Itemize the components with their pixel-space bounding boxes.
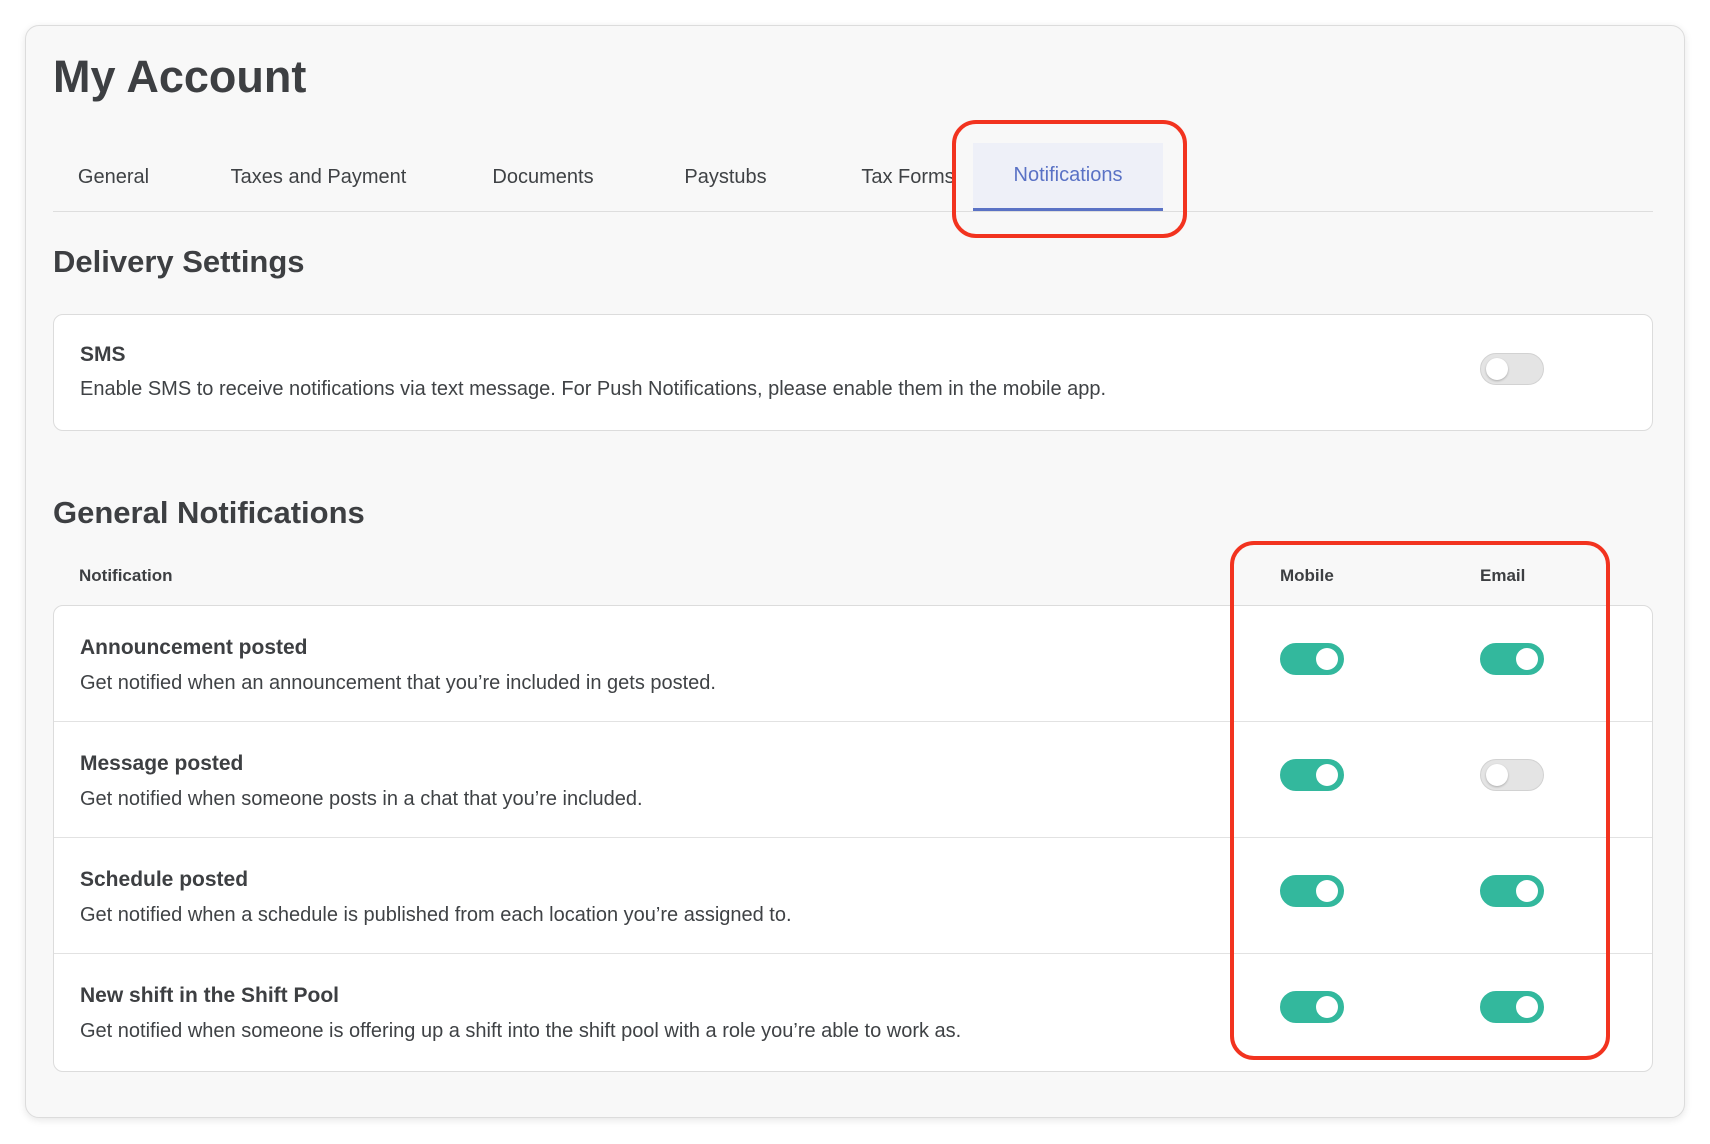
tab-label: Tax Forms bbox=[861, 165, 955, 188]
notification-description: Get notified when someone posts in a cha… bbox=[80, 788, 643, 810]
column-header-mobile: Mobile bbox=[1280, 566, 1334, 585]
toggle-knob bbox=[1316, 880, 1338, 902]
general-notifications-title: General Notifications bbox=[53, 495, 365, 530]
toggle-knob bbox=[1316, 764, 1338, 786]
schedule-posted-email-toggle[interactable] bbox=[1480, 875, 1544, 907]
column-header-email: Email bbox=[1480, 566, 1526, 585]
notification-row-schedule-posted: Schedule posted Get notified when a sche… bbox=[54, 838, 1652, 954]
tab-label: Taxes and Payment bbox=[230, 165, 407, 188]
toggle-knob bbox=[1516, 880, 1538, 902]
new-shift-email-toggle[interactable] bbox=[1480, 991, 1544, 1023]
notification-row-new-shift-in-shift-pool: New shift in the Shift Pool Get notified… bbox=[54, 954, 1652, 1070]
sms-title: SMS bbox=[80, 343, 126, 366]
general-notifications-panel: Announcement posted Get notified when an… bbox=[53, 605, 1653, 1072]
toggle-knob bbox=[1316, 648, 1338, 670]
tab-notifications[interactable]: Notifications bbox=[973, 143, 1163, 211]
notification-title: New shift in the Shift Pool bbox=[80, 984, 339, 1007]
notification-row-announcement-posted: Announcement posted Get notified when an… bbox=[54, 606, 1652, 722]
column-header-notification: Notification bbox=[79, 566, 173, 585]
toggle-knob bbox=[1316, 996, 1338, 1018]
notification-title: Schedule posted bbox=[80, 868, 249, 891]
notification-description: Get notified when an announcement that y… bbox=[80, 672, 716, 694]
schedule-posted-mobile-toggle[interactable] bbox=[1280, 875, 1344, 907]
delivery-settings-panel: SMS Enable SMS to receive notifications … bbox=[53, 314, 1653, 431]
sms-description: Enable SMS to receive notifications via … bbox=[80, 378, 1107, 400]
tab-label: Paystubs bbox=[684, 165, 767, 188]
new-shift-mobile-toggle[interactable] bbox=[1280, 991, 1344, 1023]
tab-tax-forms[interactable]: Tax Forms bbox=[828, 143, 988, 211]
announcement-posted-email-toggle[interactable] bbox=[1480, 643, 1544, 675]
announcement-posted-mobile-toggle[interactable] bbox=[1280, 643, 1344, 675]
tab-label: Documents bbox=[492, 165, 594, 188]
tab-bar: General Taxes and Payment Documents Pays… bbox=[53, 143, 1653, 212]
tab-paystubs[interactable]: Paystubs bbox=[658, 143, 793, 211]
message-posted-mobile-toggle[interactable] bbox=[1280, 759, 1344, 791]
notification-description: Get notified when a schedule is publishe… bbox=[80, 904, 792, 926]
tab-label: General bbox=[77, 165, 150, 188]
sms-toggle[interactable] bbox=[1480, 353, 1544, 385]
toggle-knob bbox=[1486, 358, 1508, 380]
message-posted-email-toggle[interactable] bbox=[1480, 759, 1544, 791]
notification-description: Get notified when someone is offering up… bbox=[80, 1020, 962, 1042]
tab-label: Notifications bbox=[1013, 164, 1123, 186]
sms-row: SMS Enable SMS to receive notifications … bbox=[54, 315, 1652, 430]
page-title: My Account bbox=[53, 51, 307, 102]
tab-general[interactable]: General bbox=[53, 143, 174, 211]
delivery-settings-title: Delivery Settings bbox=[53, 244, 305, 279]
toggle-knob bbox=[1516, 996, 1538, 1018]
tab-taxes-and-payment[interactable]: Taxes and Payment bbox=[209, 143, 428, 211]
notification-row-message-posted: Message posted Get notified when someone… bbox=[54, 722, 1652, 838]
notification-title: Message posted bbox=[80, 752, 244, 775]
notification-title: Announcement posted bbox=[80, 636, 308, 659]
tab-documents[interactable]: Documents bbox=[463, 143, 623, 211]
toggle-knob bbox=[1486, 764, 1508, 786]
toggle-knob bbox=[1516, 648, 1538, 670]
